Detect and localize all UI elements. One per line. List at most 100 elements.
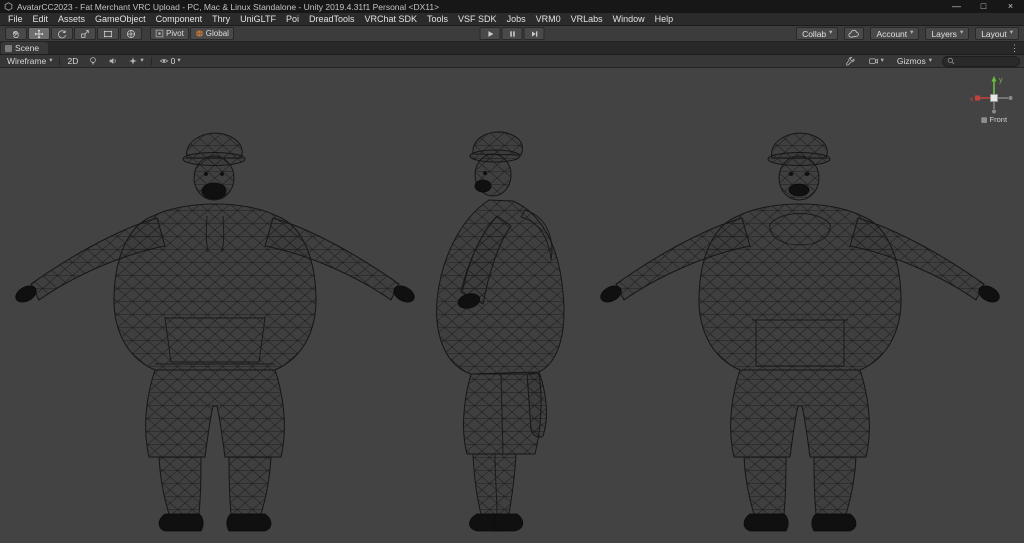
axis-x-label: x [970, 96, 974, 103]
transform-tool-icon [126, 29, 136, 39]
menu-tools[interactable]: Tools [422, 13, 453, 25]
wireframe-model-back[interactable] [598, 133, 1002, 531]
gizmos-dropdown[interactable]: Gizmos ▾ [894, 55, 935, 67]
wireframe-model-front[interactable] [13, 133, 417, 531]
scene-search-box [942, 56, 1020, 67]
menu-thry[interactable]: Thry [207, 13, 235, 25]
menu-help[interactable]: Help [650, 13, 679, 25]
wireframe-model-side[interactable] [437, 132, 564, 531]
move-tool-button[interactable] [28, 27, 50, 40]
wrench-icon [845, 56, 855, 66]
menu-file[interactable]: File [3, 13, 28, 25]
rotate-tool-button[interactable] [51, 27, 73, 40]
menu-window[interactable]: Window [608, 13, 650, 25]
rect-tool-button[interactable] [97, 27, 119, 40]
window-title: AvatarCC2023 - Fat Merchant VRC Upload -… [17, 2, 439, 12]
account-dropdown[interactable]: Account ▾ [870, 27, 919, 40]
menu-dreadtools[interactable]: DreadTools [304, 13, 360, 25]
scene-search-input[interactable] [957, 57, 1015, 66]
axis-z-face[interactable] [991, 95, 998, 102]
pivot-icon [155, 29, 164, 38]
search-icon [947, 57, 955, 65]
global-toggle[interactable]: Global [190, 27, 234, 40]
toolbar-divider [59, 57, 60, 65]
minimize-button[interactable]: — [943, 0, 970, 13]
chevron-down-icon: ▾ [960, 30, 963, 37]
2d-label: 2D [67, 56, 78, 66]
hand-tool-button[interactable] [5, 27, 27, 40]
layers-dropdown[interactable]: Layers ▾ [925, 27, 969, 40]
collab-label: Collab [802, 29, 826, 39]
view-orientation-label[interactable]: ▦ Front [970, 115, 1018, 124]
gizmos-label: Gizmos [897, 56, 926, 66]
scene-view-toolbar: Wireframe ▾ 2D ▾ 0 ▾ ▾ [0, 55, 1024, 68]
tab-context-menu-icon[interactable]: ⋮ [1010, 42, 1019, 54]
chevron-down-icon: ▾ [881, 58, 884, 65]
menu-vrlabs[interactable]: VRLabs [566, 13, 608, 25]
scale-tool-icon [80, 29, 90, 39]
front-cube-icon: ▦ [981, 116, 988, 124]
menu-vrm0[interactable]: VRM0 [531, 13, 566, 25]
close-button[interactable]: × [997, 0, 1024, 13]
rotate-tool-icon [57, 29, 67, 39]
scene-effects-dropdown[interactable]: ▾ [125, 55, 146, 67]
menu-poi[interactable]: Poi [281, 13, 304, 25]
menu-gameobject[interactable]: GameObject [90, 13, 151, 25]
cloud-button[interactable] [844, 27, 864, 40]
menu-edit[interactable]: Edit [28, 13, 54, 25]
scene-tab-label: Scene [15, 43, 39, 53]
step-icon [529, 29, 539, 39]
camera-icon [868, 56, 879, 66]
scene-lighting-toggle[interactable] [85, 55, 101, 67]
scale-tool-button[interactable] [74, 27, 96, 40]
pivot-label: Pivot [166, 29, 184, 38]
pivot-global-group: Pivot Global [150, 27, 234, 40]
menu-unigltf[interactable]: UniGLTF [235, 13, 281, 25]
chevron-down-icon: ▾ [829, 30, 832, 37]
cloud-icon [848, 29, 860, 39]
transform-tool-button[interactable] [120, 27, 142, 40]
front-text: Front [990, 115, 1008, 124]
menu-component[interactable]: Component [151, 13, 208, 25]
scene-viewport[interactable]: y x ▦ Front [0, 68, 1024, 543]
chevron-down-icon: ▾ [140, 58, 143, 65]
lightbulb-icon [88, 56, 98, 66]
main-toolbar: Pivot Global Collab ▾ [0, 26, 1024, 42]
layout-label: Layout [981, 29, 1007, 39]
tool-settings-button[interactable] [842, 55, 858, 67]
step-button[interactable] [524, 27, 545, 40]
chevron-down-icon: ▾ [910, 30, 913, 37]
scene-camera-dropdown[interactable]: ▾ [865, 55, 887, 67]
unity-logo-icon [4, 2, 13, 11]
eye-icon [159, 56, 169, 66]
tab-scene[interactable]: Scene [1, 42, 48, 54]
chevron-down-icon: ▾ [929, 58, 932, 65]
toolbar-divider [151, 57, 152, 65]
maximize-button[interactable]: □ [970, 0, 997, 13]
2d-toggle[interactable]: 2D [64, 55, 81, 67]
pause-button[interactable] [502, 27, 523, 40]
layout-dropdown[interactable]: Layout ▾ [975, 27, 1019, 40]
menu-vrchat-sdk[interactable]: VRChat SDK [360, 13, 423, 25]
title-bar: AvatarCC2023 - Fat Merchant VRC Upload -… [0, 0, 1024, 13]
unity-window: AvatarCC2023 - Fat Merchant VRC Upload -… [0, 0, 1024, 543]
pivot-toggle[interactable]: Pivot [150, 27, 189, 40]
play-button[interactable] [480, 27, 501, 40]
shading-mode-label: Wireframe [7, 56, 46, 66]
play-icon [485, 29, 495, 39]
chevron-down-icon: ▾ [49, 58, 52, 65]
scene-toolbar-right: ▾ Gizmos ▾ [842, 55, 1020, 67]
orientation-gizmo[interactable]: y x ▦ Front [970, 73, 1018, 124]
scene-visibility-toggle[interactable]: 0 ▾ [156, 55, 184, 67]
scene-audio-toggle[interactable] [105, 55, 121, 67]
scene-viewport-canvas[interactable] [0, 68, 1024, 543]
menu-vsf-sdk[interactable]: VSF SDK [453, 13, 502, 25]
account-label: Account [876, 29, 907, 39]
shading-mode-dropdown[interactable]: Wireframe ▾ [4, 55, 55, 67]
collab-dropdown[interactable]: Collab ▾ [796, 27, 838, 40]
menu-bar: File Edit Assets GameObject Component Th… [0, 13, 1024, 26]
menu-jobs[interactable]: Jobs [502, 13, 531, 25]
rect-tool-icon [103, 29, 113, 39]
menu-assets[interactable]: Assets [53, 13, 90, 25]
layers-label: Layers [931, 29, 957, 39]
